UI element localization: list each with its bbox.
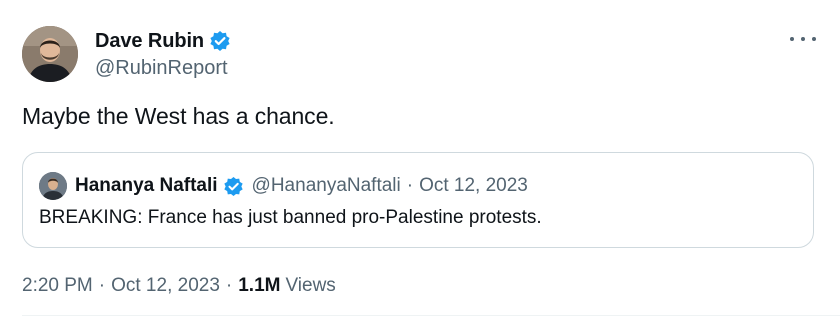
dot [812, 37, 816, 41]
tweet-date[interactable]: Oct 12, 2023 [111, 275, 220, 297]
quoted-author-display-name[interactable]: Hananya Naftali [75, 175, 218, 197]
verified-badge-icon[interactable] [223, 176, 244, 197]
quoted-tweet-date[interactable]: Oct 12, 2023 [419, 175, 528, 197]
quoted-tweet-header: Hananya Naftali @HananyaNaftali · Oct 12… [39, 171, 528, 201]
separator-dot: · [225, 275, 233, 296]
author-avatar[interactable] [22, 26, 78, 82]
separator-dot: · [98, 275, 106, 296]
views-count[interactable]: 1.1M [238, 275, 280, 297]
separator-dot: · [406, 175, 414, 196]
dot [801, 37, 805, 41]
quoted-tweet-card[interactable]: Hananya Naftali @HananyaNaftali · Oct 12… [22, 152, 814, 248]
quoted-author-avatar[interactable] [39, 172, 67, 200]
tweet-text: Maybe the West has a chance. [22, 103, 335, 129]
author-name-row: Dave Rubin [95, 28, 231, 54]
tweet-time[interactable]: 2:20 PM [22, 275, 93, 297]
tweet: Dave Rubin @RubinReport Maybe the West h… [0, 0, 840, 325]
tweet-meta-row: 2:20 PM · Oct 12, 2023 · 1.1M Views [22, 275, 336, 297]
dot [790, 37, 794, 41]
author-display-name[interactable]: Dave Rubin [95, 30, 204, 53]
verified-badge-icon[interactable] [209, 30, 231, 52]
views-label[interactable]: Views [285, 275, 335, 297]
divider [22, 315, 840, 316]
quoted-tweet-text: BREAKING: France has just banned pro-Pal… [39, 207, 542, 228]
more-options-icon[interactable] [790, 28, 816, 50]
author-handle[interactable]: @RubinReport [95, 57, 228, 80]
quoted-author-handle[interactable]: @HananyaNaftali [252, 175, 401, 197]
